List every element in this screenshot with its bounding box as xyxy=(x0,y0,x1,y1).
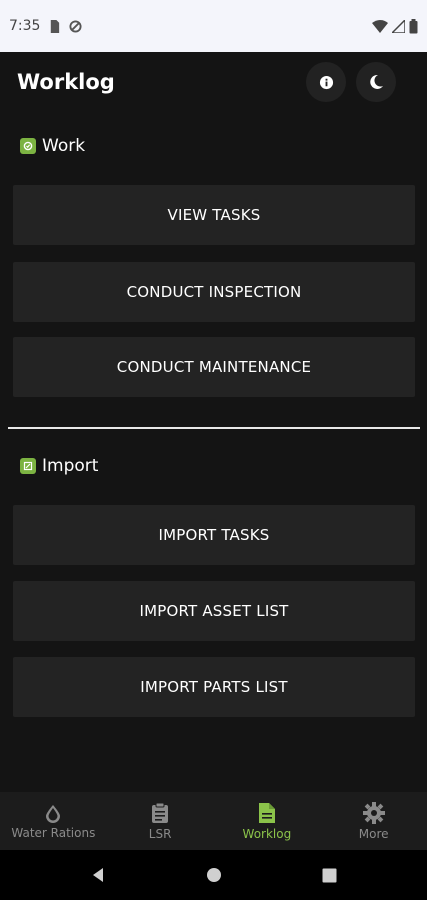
work-badge-icon xyxy=(20,138,36,154)
nav-label-water-rations: Water Rations xyxy=(11,825,96,840)
section-work: Work xyxy=(20,136,85,156)
wifi-icon xyxy=(372,19,388,33)
sim-card-icon xyxy=(51,19,60,33)
nav-label-more: More xyxy=(358,826,389,841)
info-icon xyxy=(319,75,333,89)
import-parts-list-button[interactable]: IMPORT PARTS LIST xyxy=(13,657,415,717)
bottom-nav: Water Rations LSR Worklog More xyxy=(0,792,427,850)
app-header: Worklog xyxy=(0,52,427,112)
section-divider xyxy=(8,427,420,429)
conduct-maintenance-button[interactable]: CONDUCT MAINTENANCE xyxy=(13,337,415,397)
import-tasks-button[interactable]: IMPORT TASKS xyxy=(13,505,415,565)
nav-item-more[interactable]: More xyxy=(320,792,427,850)
data-saver-icon xyxy=(69,19,82,33)
gear-icon xyxy=(362,801,385,824)
dark-mode-icon xyxy=(370,74,383,89)
nav-label-lsr: LSR xyxy=(148,826,172,841)
nav-item-lsr[interactable]: LSR xyxy=(107,792,214,850)
back-icon[interactable] xyxy=(90,867,106,883)
section-work-title: Work xyxy=(42,136,86,156)
view-tasks-button[interactable]: VIEW TASKS xyxy=(13,185,415,245)
conduct-inspection-button[interactable]: CONDUCT INSPECTION xyxy=(13,262,415,322)
system-nav-bar xyxy=(0,850,427,900)
info-button[interactable] xyxy=(306,62,346,102)
home-icon[interactable] xyxy=(206,867,222,883)
recents-icon[interactable] xyxy=(322,868,337,883)
page-title: Worklog xyxy=(17,70,115,94)
document-icon xyxy=(258,802,275,823)
status-time: 7:35 xyxy=(9,18,41,34)
battery-icon xyxy=(409,18,418,33)
nav-label-worklog: Worklog xyxy=(242,826,292,841)
import-badge-icon xyxy=(20,458,36,474)
nav-item-water-rations[interactable]: Water Rations xyxy=(0,792,107,850)
dark-mode-button[interactable] xyxy=(356,62,396,102)
signal-icon xyxy=(392,19,405,33)
clipboard-icon xyxy=(152,802,169,823)
nav-item-worklog[interactable]: Worklog xyxy=(214,792,321,850)
import-asset-list-button[interactable]: IMPORT ASSET LIST xyxy=(13,581,415,641)
section-import: Import xyxy=(20,456,98,476)
status-bar: 7:35 xyxy=(0,0,427,52)
section-import-title: Import xyxy=(42,456,99,476)
water-drop-icon xyxy=(46,804,61,823)
